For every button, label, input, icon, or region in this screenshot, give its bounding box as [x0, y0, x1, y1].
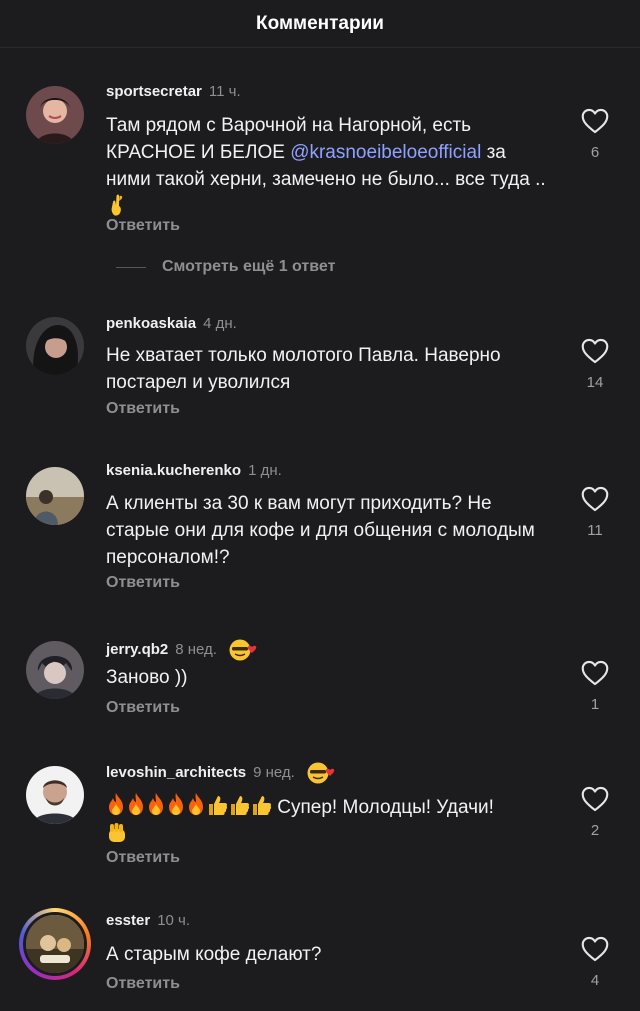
username[interactable]: ksenia.kucherenko — [106, 462, 241, 479]
fire-icon — [106, 792, 126, 816]
fire-icon — [186, 792, 206, 816]
thumbs-up-icon — [228, 794, 250, 816]
avatar[interactable] — [26, 766, 84, 824]
avatar[interactable] — [26, 86, 84, 144]
avatar[interactable] — [26, 467, 84, 525]
username[interactable]: penkoaskaia — [106, 315, 196, 332]
fire-icon — [146, 792, 166, 816]
avatar — [23, 912, 87, 976]
like-count: 6 — [590, 144, 600, 161]
comment-text: Заново )) — [106, 667, 188, 688]
mention-link[interactable]: @krasnoeibeloeofficial — [290, 142, 481, 163]
comment-meta: esster 10 ч. — [106, 912, 190, 929]
avatar[interactable] — [26, 317, 84, 375]
like-count: 14 — [586, 374, 604, 391]
header: Комментарии — [0, 0, 640, 48]
like-button[interactable]: 14 — [570, 338, 620, 391]
fire-icon — [126, 792, 146, 816]
timestamp: 9 нед. — [253, 763, 295, 781]
comment-meta: sportsecretar 11 ч. — [106, 83, 241, 100]
comment-text: Там рядом с Варочной на Нагорной, есть К… — [106, 112, 546, 222]
like-button[interactable]: 6 — [570, 108, 620, 161]
username[interactable]: levoshin_architects — [106, 764, 246, 781]
reply-button[interactable]: Ответить — [106, 699, 180, 717]
reply-button[interactable]: Ответить — [106, 975, 180, 993]
timestamp: 10 ч. — [157, 912, 191, 929]
avatar[interactable] — [26, 641, 84, 699]
creator-liked-badge-icon — [305, 759, 337, 785]
like-button[interactable]: 2 — [570, 786, 620, 839]
raised-fist-icon — [106, 821, 128, 845]
creator-liked-badge-icon — [227, 636, 259, 662]
heart-icon — [581, 660, 609, 686]
reply-button[interactable]: Ответить — [106, 217, 180, 235]
comment-text: Супер! Молодцы! Удачи! — [106, 792, 546, 850]
like-button[interactable]: 4 — [570, 936, 620, 989]
like-count: 11 — [587, 522, 603, 539]
comment-meta: levoshin_architects 9 нед. — [106, 759, 337, 785]
like-count: 2 — [590, 822, 600, 839]
heart-icon — [581, 936, 609, 962]
reply-button[interactable]: Ответить — [106, 400, 180, 418]
username[interactable]: jerry.qb2 — [106, 641, 168, 658]
heart-icon — [581, 338, 609, 364]
thumbs-up-icon — [206, 794, 228, 816]
view-more-replies[interactable]: Смотреть ещё 1 ответ — [116, 258, 335, 276]
comment-meta: ksenia.kucherenko 1 дн. — [106, 462, 282, 479]
like-button[interactable]: 11 — [570, 486, 620, 539]
reply-button[interactable]: Ответить — [106, 574, 180, 592]
crossed-fingers-icon — [106, 193, 126, 217]
like-count: 1 — [590, 696, 600, 713]
avatar-story-ring[interactable] — [19, 908, 91, 980]
page-title: Комментарии — [256, 12, 384, 34]
username[interactable]: sportsecretar — [106, 83, 202, 100]
heart-icon — [581, 486, 609, 512]
comment-text-part: Супер! Молодцы! Удачи! — [277, 797, 494, 818]
comment-meta: jerry.qb2 8 нед. — [106, 636, 259, 662]
heart-icon — [581, 108, 609, 134]
timestamp: 11 ч. — [208, 83, 241, 100]
comment-meta: penkoaskaia 4 дн. — [106, 315, 237, 332]
timestamp: 4 дн. — [203, 315, 237, 332]
timestamp: 8 нед. — [175, 640, 217, 658]
comment-text: А клиенты за 30 к вам могут приходить? Н… — [106, 493, 535, 568]
username[interactable]: esster — [106, 912, 150, 929]
view-more-replies-label[interactable]: Смотреть ещё 1 ответ — [162, 258, 335, 276]
like-count: 4 — [590, 972, 600, 989]
comment-text: А старым кофе делают? — [106, 944, 322, 965]
divider — [116, 266, 146, 268]
timestamp: 1 дн. — [248, 462, 282, 479]
like-button[interactable]: 1 — [570, 660, 620, 713]
thumbs-up-icon — [250, 794, 272, 816]
heart-icon — [581, 786, 609, 812]
comment-text: Не хватает только молотого Павла. Наверн… — [106, 345, 501, 393]
reply-button[interactable]: Ответить — [106, 849, 180, 867]
fire-icon — [166, 792, 186, 816]
